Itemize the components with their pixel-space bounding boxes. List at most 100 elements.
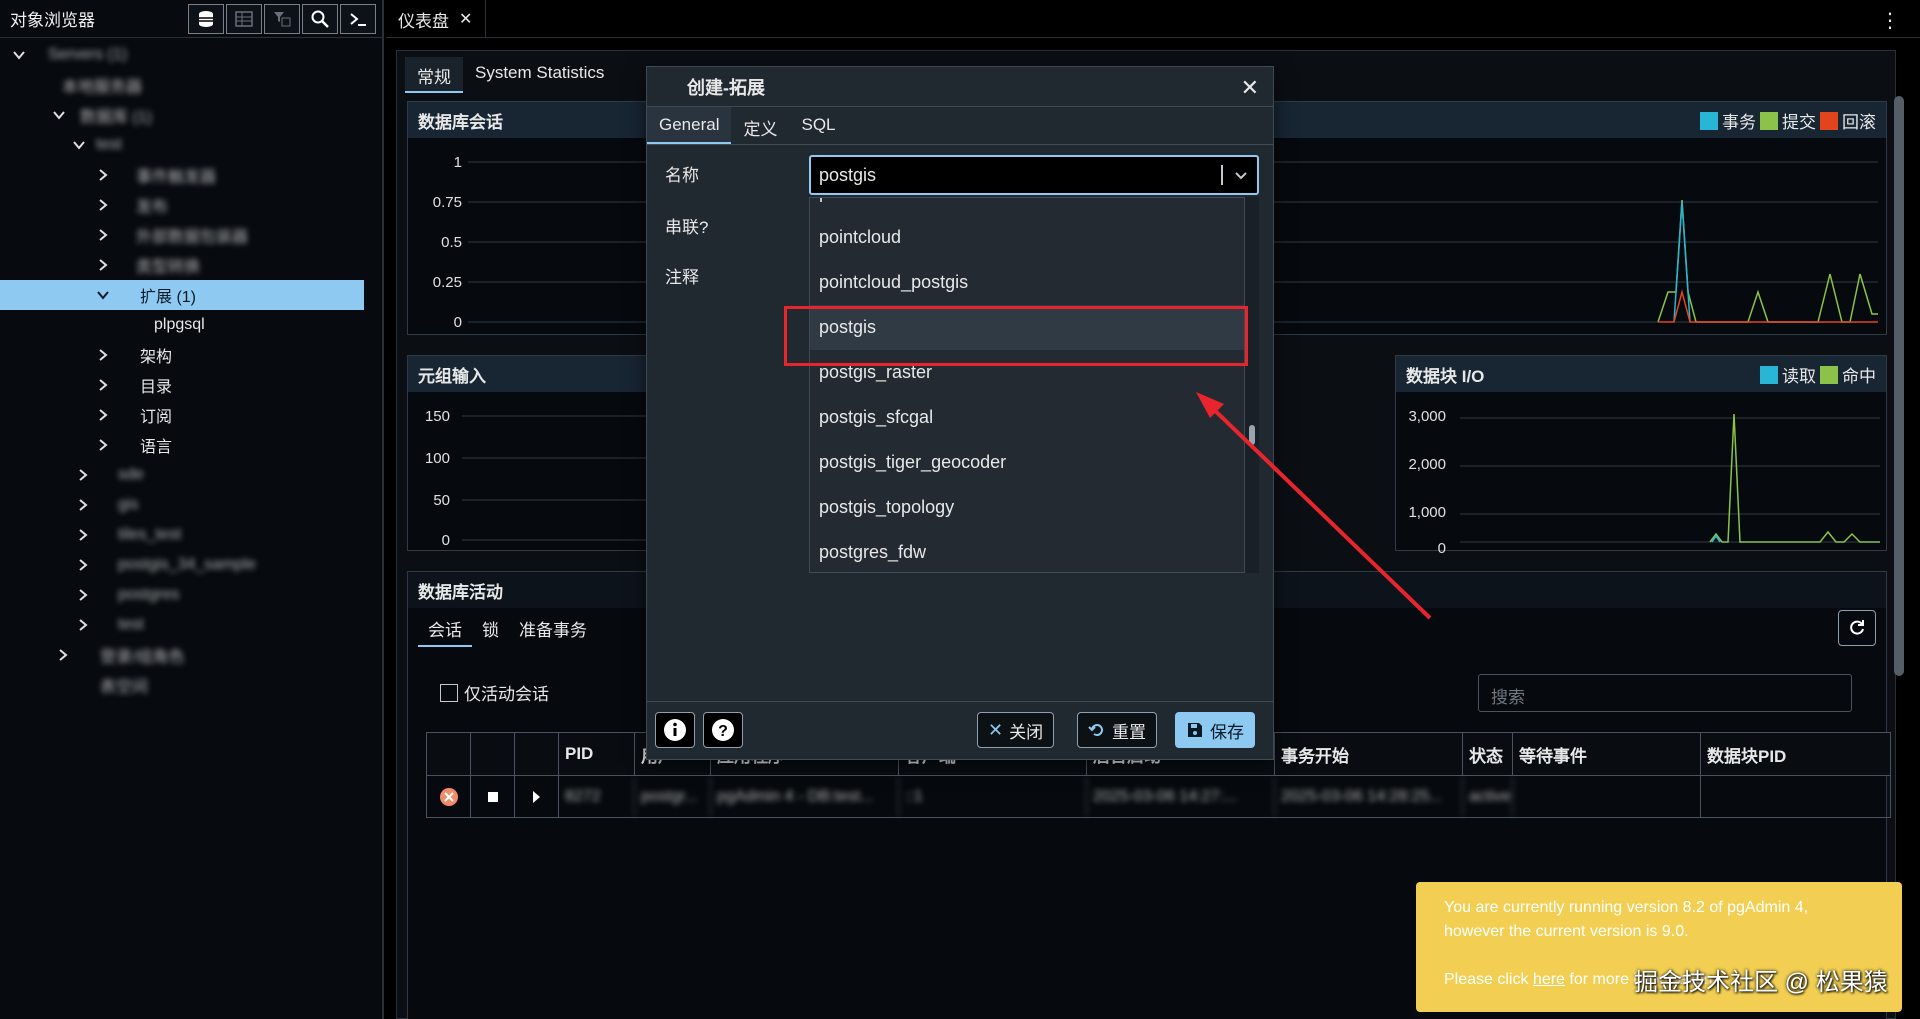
chevron-right-icon[interactable] [76,498,90,512]
col-state[interactable]: 状态 [1463,733,1513,775]
close-button[interactable]: ✕ 关闭 [977,712,1055,748]
annotation-arrow [1196,392,1432,620]
cancel-query-button[interactable] [471,776,515,817]
dialog-close-icon[interactable]: ✕ [1241,75,1259,101]
tab-sessions[interactable]: 会话 [418,612,472,647]
chevron-right-icon[interactable] [96,438,110,452]
col-action-2 [471,733,515,775]
tree-item-label: 数据库 (1) [80,109,153,126]
search-objects-icon[interactable] [302,4,338,34]
chevron-right-icon[interactable] [76,618,90,632]
dropdown-option[interactable]: postgis_topology [810,485,1244,530]
filter-table-icon[interactable] [264,4,300,34]
y-tick: 0.75 [432,194,462,211]
chevron-right-icon[interactable] [96,258,110,272]
expand-row-button[interactable] [515,776,559,817]
chevron-down-icon[interactable] [1233,167,1249,183]
chevron-down-icon[interactable] [12,48,26,62]
dashboard-scrollbar[interactable] [1894,96,1904,676]
chevron-right-icon[interactable] [96,378,110,392]
chevron-right-icon[interactable] [96,198,110,212]
cell-wait-event [1513,776,1701,817]
tree-item[interactable]: 扩展 (1) [0,280,364,310]
tab-locks[interactable]: 锁 [472,612,509,647]
tree-item[interactable]: 发布 [0,190,364,220]
tree-item[interactable]: postgis_34_sample [0,550,364,580]
tree-item[interactable]: gis [0,490,364,520]
tab-prepared-transactions[interactable]: 准备事务 [509,612,597,647]
extension-name-select[interactable]: postgis [809,155,1259,195]
save-button[interactable]: 保存 [1175,712,1255,748]
table-row[interactable]: 8272 postgr... pgAdmin 4 - DB:test... ::… [426,776,1891,818]
tab-close-icon[interactable]: ✕ [459,9,472,29]
tree-item[interactable]: Servers (1) [0,40,364,70]
tree-item-label: 架构 [140,349,173,366]
chevron-right-icon[interactable] [76,528,90,542]
tree-item[interactable]: postgres [0,580,364,610]
save-button-label: 保存 [1210,722,1244,742]
tree-item[interactable]: 架构 [0,340,364,370]
chevron-right-icon[interactable] [96,408,110,422]
tab-sql[interactable]: SQL [789,107,847,144]
tree-item[interactable]: test [0,130,364,160]
tree-item[interactable]: 数据库 (1) [0,100,364,130]
tree-item[interactable]: 订阅 [0,400,364,430]
psql-terminal-icon[interactable] [340,4,376,34]
tree-item[interactable]: 事件触发器 [0,160,364,190]
chevron-down-icon[interactable] [96,288,110,302]
dropdown-option[interactable]: postgres_fdw [810,530,1244,572]
tab-definition[interactable]: 定义 [731,107,789,144]
dropdown-option[interactable]: postgis_tiger_geocoder [810,440,1244,485]
chevron-right-icon[interactable] [76,588,90,602]
info-button[interactable] [655,712,695,748]
chevron-right-icon[interactable] [76,558,90,572]
view-data-table-icon[interactable] [226,4,262,34]
chevron-right-icon[interactable] [76,468,90,482]
terminate-session-button[interactable] [427,776,471,817]
tree-item[interactable]: test [0,610,364,640]
col-pid[interactable]: PID [559,733,635,775]
help-icon: ? [712,719,734,741]
only-active-sessions-checkbox[interactable]: 仅活动会话 [440,680,549,705]
tab-general[interactable]: 常规 [405,57,463,93]
tab-general[interactable]: General [647,107,732,144]
tree-item[interactable]: tiles_test [0,520,364,550]
col-xact-start[interactable]: 事务开始 [1275,733,1463,775]
activity-search-input[interactable]: 搜索 [1478,674,1852,712]
dialog-footer: ? ✕ 关闭 重置 保存 [647,701,1273,759]
col-blocking-pid[interactable]: 数据块PID [1701,733,1861,775]
tree-item[interactable]: 类型转换 [0,250,364,280]
tree-item[interactable]: plpgsql [0,310,364,340]
dropdown-option[interactable]: postgis_sfcgal [810,395,1244,440]
tree-item[interactable]: 表空间 [0,670,364,700]
col-wait-event[interactable]: 等待事件 [1513,733,1701,775]
tab-system-statistics[interactable]: System Statistics [463,57,616,93]
dropdown-option[interactable]: pltcl [810,198,1244,215]
tree-item[interactable]: 本地服务器 [0,70,364,100]
reset-button[interactable]: 重置 [1077,712,1157,748]
cell-client: ::1 [899,776,1087,817]
help-button[interactable]: ? [703,712,743,748]
tree-item[interactable]: 外部数据包装器 [0,220,364,250]
chevron-right-icon[interactable] [96,228,110,242]
tree-item[interactable]: 语言 [0,430,364,460]
chevron-right-icon[interactable] [56,648,70,662]
chevron-right-icon[interactable] [96,348,110,362]
dropdown-option[interactable]: pointcloud [810,215,1244,260]
chevron-down-icon[interactable] [52,108,66,122]
more-menu-icon[interactable]: ⋮ [1880,8,1900,33]
tree-item[interactable]: 目录 [0,370,364,400]
tree-item[interactable]: 登录/组角色 [0,640,364,670]
checkbox-box[interactable] [440,683,458,702]
notification-link[interactable]: here [1533,971,1565,988]
chevron-right-icon[interactable] [96,168,110,182]
dropdown-option[interactable]: pointcloud_postgis [810,260,1244,305]
query-tool-db-icon[interactable] [188,4,224,34]
tab-dashboard[interactable]: 仪表盘 ✕ [386,0,486,38]
chevron-down-icon[interactable] [72,138,86,152]
tree-item-label: 语言 [140,439,173,456]
close-x-icon: ✕ [988,719,1004,740]
refresh-button[interactable] [1838,610,1876,646]
tree-item[interactable]: sde [0,460,364,490]
tree-item-label: 目录 [140,379,173,396]
